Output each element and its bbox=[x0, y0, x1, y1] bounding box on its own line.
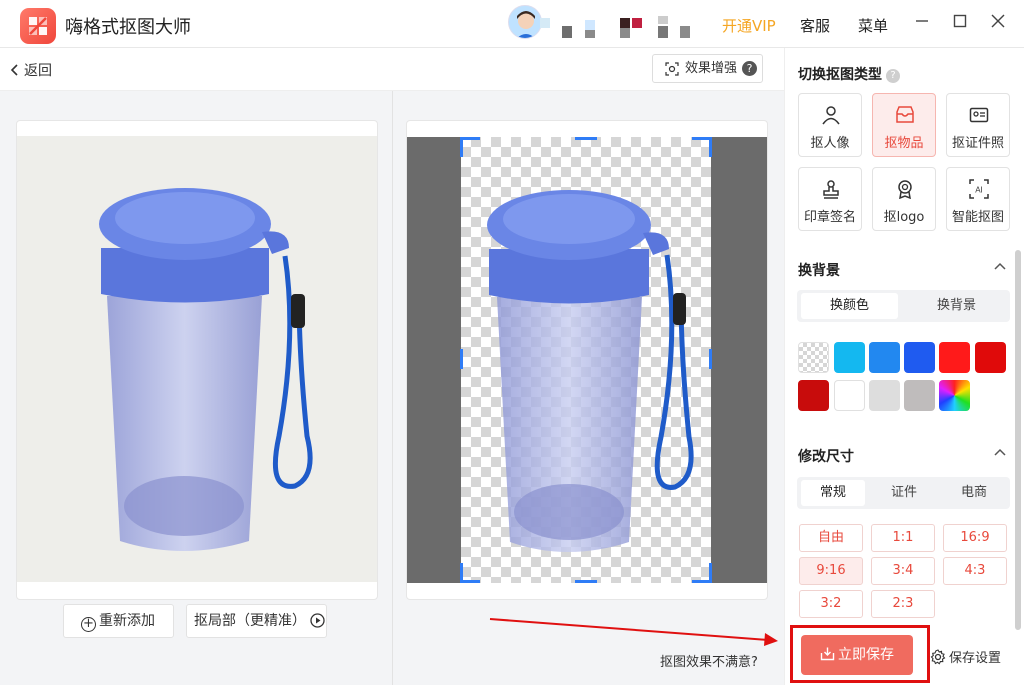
save-settings-button[interactable]: 保存设置 bbox=[930, 647, 1001, 666]
user-name-mask bbox=[540, 16, 696, 40]
tab-regular[interactable]: 常规 bbox=[801, 480, 865, 506]
swatch-blue[interactable] bbox=[869, 342, 900, 373]
type-person-button[interactable]: 抠人像 bbox=[798, 93, 862, 157]
type-label: 抠物品 bbox=[884, 136, 924, 151]
type-label: 印章签名 bbox=[803, 210, 856, 225]
ai-scan-icon: AI bbox=[969, 179, 989, 199]
id-card-icon bbox=[969, 107, 989, 123]
app-logo bbox=[20, 8, 56, 44]
box-icon bbox=[896, 106, 914, 123]
local-cut-label: 抠局部（更精准） bbox=[194, 613, 306, 629]
badge-icon bbox=[898, 180, 912, 199]
tab-change-background[interactable]: 换背景 bbox=[907, 293, 1006, 319]
chevron-up-icon[interactable] bbox=[994, 259, 1006, 273]
crop-handle-right[interactable] bbox=[709, 349, 712, 369]
size-title: 修改尺寸 bbox=[798, 449, 854, 465]
swatch-red[interactable] bbox=[939, 342, 970, 373]
size-tabs: 常规 证件 电商 bbox=[797, 477, 1010, 509]
local-cut-button[interactable]: 抠局部（更精准） bbox=[186, 604, 327, 638]
ratio-16-9[interactable]: 16:9 bbox=[943, 524, 1007, 552]
gear-icon bbox=[930, 649, 946, 665]
app-title: 嗨格式抠图大师 bbox=[65, 17, 191, 38]
highlight-frame bbox=[790, 625, 930, 683]
result-image bbox=[407, 137, 767, 583]
original-image bbox=[17, 136, 377, 582]
close-icon[interactable] bbox=[987, 12, 1009, 34]
bg-tabs: 换颜色 换背景 bbox=[797, 290, 1010, 322]
crop-handle-bottom-left[interactable] bbox=[460, 563, 480, 583]
sub-toolbar: 返回 效果增强 ? bbox=[0, 48, 784, 91]
help-icon[interactable]: ? bbox=[742, 61, 757, 76]
save-settings-label: 保存设置 bbox=[949, 651, 1002, 666]
crop-handle-left[interactable] bbox=[460, 349, 463, 369]
type-label: 抠人像 bbox=[810, 136, 850, 151]
ratio-3-4[interactable]: 3:4 bbox=[871, 557, 935, 585]
ratio-4-3[interactable]: 4:3 bbox=[943, 557, 1007, 585]
crop-handle-top-right[interactable] bbox=[692, 137, 712, 157]
type-smart-button[interactable]: AI 智能抠图 bbox=[946, 167, 1010, 231]
enhance-icon bbox=[665, 62, 679, 76]
type-label: 抠证件照 bbox=[951, 136, 1004, 151]
help-icon[interactable]: ? bbox=[886, 69, 900, 83]
ratio-1-1[interactable]: 1:1 bbox=[871, 524, 935, 552]
tab-change-color[interactable]: 换颜色 bbox=[801, 293, 898, 319]
unsatisfied-link[interactable]: 抠图效果不满意? bbox=[660, 651, 758, 670]
stamp-icon bbox=[823, 180, 839, 199]
chevron-left-icon bbox=[10, 64, 18, 76]
swatch-cyan[interactable] bbox=[834, 342, 865, 373]
type-label: 抠logo bbox=[883, 210, 925, 225]
swatch-transparent[interactable] bbox=[798, 342, 829, 373]
title-bar: 嗨格式抠图大师 开通VIP 客服 菜单 bbox=[0, 0, 1024, 48]
crop-handle-bottom[interactable] bbox=[575, 580, 597, 583]
bg-title: 换背景 bbox=[798, 263, 840, 279]
crop-handle-top-left[interactable] bbox=[460, 137, 480, 157]
type-label: 智能抠图 bbox=[951, 210, 1004, 225]
menu-link[interactable]: 菜单 bbox=[858, 15, 888, 36]
tab-id[interactable]: 证件 bbox=[872, 480, 936, 506]
swatch-custom-color[interactable] bbox=[939, 380, 970, 411]
type-stamp-button[interactable]: 印章签名 bbox=[798, 167, 862, 231]
service-link[interactable]: 客服 bbox=[800, 15, 830, 36]
person-icon bbox=[822, 106, 840, 125]
ratio-3-2[interactable]: 3:2 bbox=[799, 590, 863, 618]
maximize-icon[interactable] bbox=[949, 12, 971, 34]
swatch-crimson[interactable] bbox=[798, 380, 829, 411]
type-object-button[interactable]: 抠物品 bbox=[872, 93, 936, 157]
user-avatar[interactable] bbox=[508, 5, 542, 39]
switch-type-title: 切换抠图类型? bbox=[798, 64, 900, 84]
minimize-icon[interactable] bbox=[911, 12, 933, 34]
vip-link[interactable]: 开通VIP bbox=[722, 15, 776, 36]
type-id-photo-button[interactable]: 抠证件照 bbox=[946, 93, 1010, 157]
enhance-button[interactable]: 效果增强 ? bbox=[652, 54, 763, 83]
swatch-gray[interactable] bbox=[904, 380, 935, 411]
plus-circle-icon: + bbox=[81, 617, 96, 632]
back-button[interactable]: 返回 bbox=[10, 60, 52, 80]
switch-type-label: 切换抠图类型 bbox=[798, 67, 882, 83]
readd-label: 重新添加 bbox=[99, 613, 155, 629]
crop-handle-top[interactable] bbox=[575, 137, 597, 140]
type-logo-button[interactable]: 抠logo bbox=[872, 167, 936, 231]
svg-text:AI: AI bbox=[975, 186, 983, 195]
swatch-royal-blue[interactable] bbox=[904, 342, 935, 373]
back-label: 返回 bbox=[24, 63, 52, 79]
panel-scrollbar[interactable] bbox=[1015, 250, 1021, 630]
ratio-9-16[interactable]: 9:16 bbox=[799, 557, 863, 585]
readd-button[interactable]: + 重新添加 bbox=[63, 604, 174, 638]
ratio-free[interactable]: 自由 bbox=[799, 524, 863, 552]
ratio-2-3[interactable]: 2:3 bbox=[871, 590, 935, 618]
play-circle-icon bbox=[310, 613, 326, 628]
swatch-dark-red[interactable] bbox=[975, 342, 1006, 373]
tab-ecommerce[interactable]: 电商 bbox=[942, 480, 1006, 506]
divider bbox=[392, 91, 393, 685]
chevron-up-icon[interactable] bbox=[994, 445, 1006, 459]
enhance-label: 效果增强 bbox=[685, 61, 738, 76]
crop-handle-bottom-right[interactable] bbox=[692, 563, 712, 583]
swatch-light-gray[interactable] bbox=[869, 380, 900, 411]
swatch-white[interactable] bbox=[834, 380, 865, 411]
